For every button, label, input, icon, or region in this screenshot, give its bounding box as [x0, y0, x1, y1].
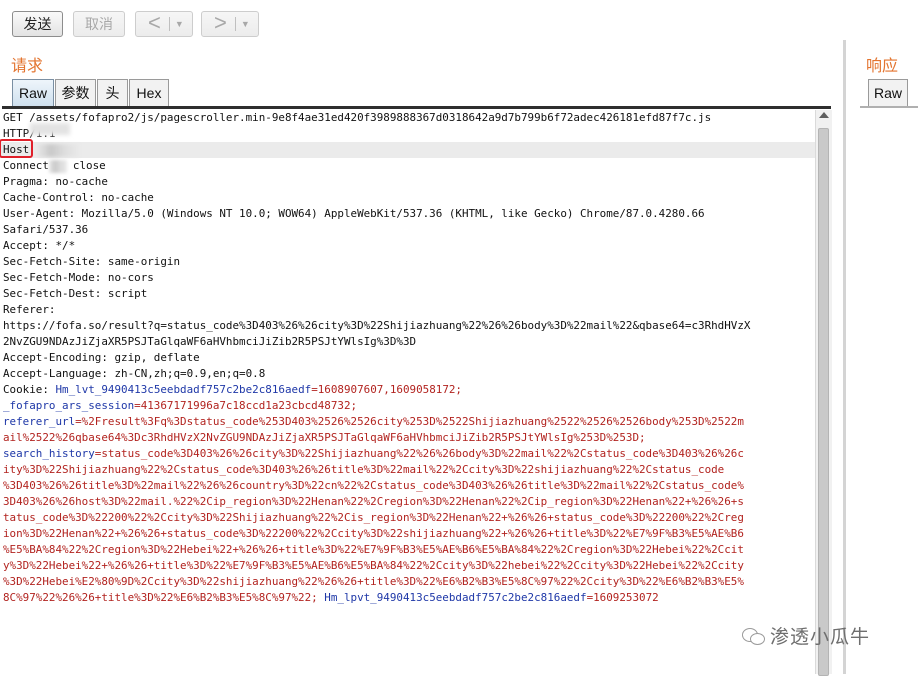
header-line: User-Agent: Mozilla/5.0 (Windows NT 10.0… [3, 207, 705, 220]
vertical-scrollbar[interactable] [815, 110, 832, 676]
cookie-key: _fofapro_ars_session [3, 399, 135, 412]
header-line: Pragma: no-cache [3, 175, 108, 188]
cookie-key: Hm_lvt_9490413c5eebdadf757c2be2c816aedf [55, 383, 312, 396]
text: close [72, 159, 106, 172]
http-version-line: HTTP/1.1 [0, 123, 815, 142]
chevron-right-icon: > [214, 10, 227, 35]
connection-line: Connect close [0, 158, 815, 174]
forward-button[interactable]: > ▼ [201, 11, 259, 37]
cookie-value: =status_code%3D403%26%26city%3D%22Shijia… [94, 447, 744, 460]
cancel-button[interactable]: 取消 [73, 11, 125, 37]
redacted-host-value [37, 143, 80, 157]
tab-underline [2, 106, 831, 109]
header-line: Sec-Fetch-Dest: script [3, 287, 148, 300]
highlight-box [0, 139, 33, 158]
cookie-line: tatus_code%3D%22200%22%2Ccity%3D%22Shiji… [3, 511, 744, 524]
send-button[interactable]: 发送 [12, 11, 63, 37]
tab-headers[interactable]: 头 [97, 79, 128, 106]
watermark-text: 渗透小瓜牛 [770, 626, 871, 648]
tab-params[interactable]: 参数 [55, 79, 96, 106]
header-line: 2NvZGU9NDAzJiZjaXR5PSJTaGlqaWF6aHVhbmciJ… [3, 335, 417, 348]
cookie-line: 3D403%26%26host%3D%22mail.%22%2Cip_regio… [3, 495, 744, 508]
back-button[interactable]: < ▼ [135, 11, 193, 37]
cookie-line: ail%2522%26qbase64%3Dc3RhdHVzX2NvZGU9NDA… [3, 431, 646, 444]
redacted-blur [30, 123, 70, 135]
cookie-value: =%2Fresult%3Fq%3Dstatus_code%253D403%252… [75, 415, 744, 428]
response-tab-underline [860, 106, 918, 108]
cookie-key: referer_url [3, 415, 76, 428]
dropdown-arrow-icon[interactable]: ▼ [175, 19, 184, 29]
wechat-icon [742, 626, 765, 646]
tab-hex[interactable]: Hex [129, 79, 169, 106]
cookie-line: %E5%BA%84%22%2Cregion%3D%22Hebei%22+%26%… [3, 543, 744, 556]
watermark: 渗透小瓜牛 [742, 622, 870, 649]
divider [234, 17, 236, 31]
header-line: Accept-Language: zh-CN,zh;q=0.9,en;q=0.8 [3, 367, 266, 380]
cookie-line: search_history=status_code%3D403%26%26ci… [0, 446, 815, 462]
scrollbar-thumb[interactable] [818, 128, 829, 676]
divider [168, 17, 170, 31]
cookie-line: %3D403%26%26title%3D%22mail%22%26%26coun… [3, 479, 744, 492]
host-line: Host [0, 139, 815, 158]
header-line: Accept-Encoding: gzip, deflate [3, 351, 200, 364]
response-title: 响应 [866, 58, 899, 75]
header-line: Cache-Control: no-cache [3, 191, 154, 204]
cookie-line: ion%3D%22Henan%22+%26%26+status_code%3D%… [3, 527, 744, 540]
pane-splitter[interactable] [843, 40, 846, 674]
header-line: Safari/537.36 [3, 223, 89, 236]
cookie-line: y%3D%22Hebei%22+%26%26+title%3D%22%E7%9F… [3, 559, 744, 572]
cookie-line: 8C%97%22%26%26+title%3D%22%E6%B2%B3%E5%8… [0, 590, 815, 606]
cookie-line: referer_url=%2Fresult%3Fq%3Dstatus_code%… [0, 414, 815, 430]
cookie-value: =41367171996a7c18ccd1a23cbcd48732; [134, 399, 358, 412]
tab-raw[interactable]: Raw [12, 79, 54, 106]
response-tab-raw[interactable]: Raw [868, 79, 908, 106]
cookie-key: Hm_lpvt_9490413c5eebdadf757c2be2c816aedf [324, 591, 587, 604]
scroll-up-icon[interactable] [819, 112, 829, 118]
header-line: Sec-Fetch-Mode: no-cors [3, 271, 154, 284]
request-title: 请求 [11, 58, 44, 75]
cookie-line: Cookie: Hm_lvt_9490413c5eebdadf757c2be2c… [0, 382, 815, 398]
chevron-left-icon: < [148, 10, 161, 35]
redacted-blur [48, 159, 67, 173]
cookie-line: %3D%22Hebei%E2%80%9D%2Ccity%3D%22shijiaz… [3, 575, 744, 588]
cookie-line: ity%3D%22Shijiazhuang%22%2Cstatus_code%3… [3, 463, 725, 476]
cookie-line: _fofapro_ars_session=41367171996a7c18ccd… [0, 398, 815, 414]
text: Cookie: [3, 383, 56, 396]
cookie-key: search_history [3, 447, 95, 460]
request-line: GET /assets/fofapro2/js/pagescroller.min… [3, 111, 712, 124]
request-raw-editor[interactable]: GET /assets/fofapro2/js/pagescroller.min… [0, 110, 815, 674]
header-line: Accept: */* [3, 239, 76, 252]
text: Connect [3, 159, 49, 172]
cookie-value: =1609253072 [586, 591, 659, 604]
cookie-value: 8C%97%22%26%26+title%3D%22%E6%B2%B3%E5%8… [3, 591, 325, 604]
header-line: Sec-Fetch-Site: same-origin [3, 255, 181, 268]
cookie-value: =1608907607,1609058172; [311, 383, 462, 396]
dropdown-arrow-icon[interactable]: ▼ [241, 19, 250, 29]
header-line: Referer: [3, 303, 56, 316]
header-line: https://fofa.so/result?q=status_code%3D4… [3, 319, 751, 332]
